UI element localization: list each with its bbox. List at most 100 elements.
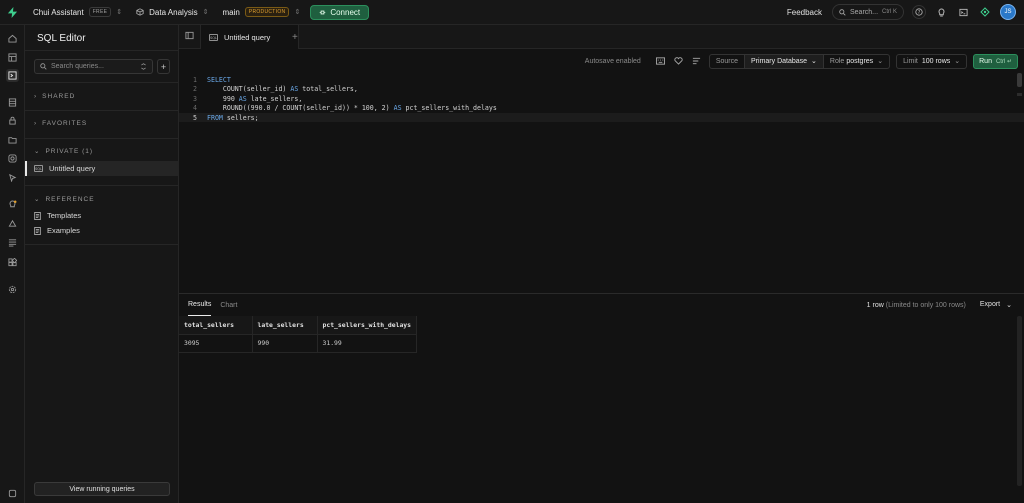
column-header[interactable]: total_sellers bbox=[179, 316, 253, 335]
tab-chart[interactable]: Chart bbox=[220, 294, 237, 316]
editor-scrollbar[interactable] bbox=[1017, 73, 1022, 87]
chevron-updown-icon: ⇕ bbox=[294, 9, 301, 16]
edge-functions-icon[interactable] bbox=[6, 152, 19, 165]
format-lines-icon[interactable] bbox=[691, 55, 703, 67]
lightbulb-icon[interactable] bbox=[934, 5, 948, 19]
sql-file-icon: SQL bbox=[34, 165, 43, 172]
divider bbox=[25, 110, 179, 111]
table-row: 3095 990 31.99 bbox=[179, 334, 417, 353]
code-editor[interactable]: 1 SELECT 2 COUNT(seller_id) AS total_sell… bbox=[179, 73, 1024, 293]
results-header: Results Chart 1 row (Limited to only 100… bbox=[179, 294, 1024, 316]
lock-icon[interactable] bbox=[6, 114, 19, 127]
storage-icon[interactable] bbox=[6, 133, 19, 146]
chevron-down-icon: ⌄ bbox=[1006, 302, 1012, 309]
sidebar-item-untitled-query[interactable]: SQL Untitled query bbox=[25, 161, 179, 176]
database-icon[interactable] bbox=[6, 96, 19, 109]
tab-untitled-query[interactable]: SQL Untitled query bbox=[200, 25, 299, 50]
reports-icon[interactable] bbox=[6, 217, 19, 230]
code-line: 1 SELECT bbox=[193, 75, 231, 84]
box-icon bbox=[136, 8, 144, 16]
limit-value: 100 rows bbox=[921, 57, 951, 65]
table-cell[interactable]: 3095 bbox=[179, 334, 253, 353]
sidebar-item-examples[interactable]: Examples bbox=[25, 223, 179, 238]
view-running-queries-button[interactable]: View running queries bbox=[34, 482, 170, 496]
limit-selector[interactable]: Limit 100 rows ⌄ bbox=[896, 53, 968, 69]
chevron-right-icon: › bbox=[34, 120, 38, 127]
logs-icon[interactable] bbox=[6, 236, 19, 249]
minimap-marker bbox=[1017, 93, 1022, 96]
project-selector[interactable]: Data Analysis ⇕ bbox=[136, 8, 208, 17]
tab-results[interactable]: Results bbox=[188, 294, 212, 316]
environment-badge: PRODUCTION bbox=[244, 7, 290, 17]
settings-gear-icon[interactable] bbox=[6, 283, 19, 296]
column-header[interactable]: pct_sellers_with_delays bbox=[317, 316, 417, 335]
toggle-sidebar-icon[interactable] bbox=[185, 31, 194, 42]
section-reference[interactable]: ⌄ REFERENCE bbox=[34, 195, 95, 204]
chevron-down-icon: ⌄ bbox=[811, 58, 817, 65]
global-search[interactable]: Search... Ctrl K bbox=[832, 4, 904, 20]
top-bar: Chui Assistant FREE ⇕ Data Analysis ⇕ ma… bbox=[0, 0, 1024, 25]
search-icon bbox=[40, 63, 47, 70]
run-shortcut: Ctrl ↵ bbox=[995, 58, 1012, 65]
help-icon[interactable]: ? bbox=[912, 5, 926, 19]
chevron-down-icon: ⌄ bbox=[34, 196, 41, 203]
chevron-updown-icon: ⇕ bbox=[116, 9, 123, 16]
role-selector[interactable]: Role postgres ⌄ bbox=[824, 55, 889, 68]
section-shared[interactable]: › SHARED bbox=[34, 93, 75, 100]
autosave-status: Autosave enabled bbox=[584, 57, 641, 65]
code-line: 5 FROM sellers; bbox=[179, 113, 1024, 123]
branch-selector[interactable]: main PRODUCTION ⇕ bbox=[222, 7, 300, 17]
divider bbox=[25, 138, 179, 139]
chevron-right-icon: › bbox=[34, 93, 38, 100]
new-tab-button[interactable]: + bbox=[292, 32, 298, 43]
svg-text:SQL: SQL bbox=[210, 35, 217, 39]
heart-icon[interactable] bbox=[673, 55, 685, 67]
sidebar-item-templates[interactable]: Templates bbox=[25, 208, 179, 223]
project-name: Data Analysis bbox=[149, 7, 198, 17]
assistant-icon[interactable] bbox=[978, 5, 992, 19]
terminal-icon[interactable] bbox=[956, 5, 970, 19]
source-value[interactable]: Primary Database ⌄ bbox=[745, 54, 824, 68]
search-shortcut: Ctrl K bbox=[882, 9, 898, 15]
query-search-input[interactable]: Search queries... bbox=[34, 59, 153, 74]
nav-rail bbox=[0, 25, 25, 503]
table-cell[interactable]: 31.99 bbox=[317, 334, 417, 353]
feedback-button[interactable]: Feedback bbox=[787, 8, 822, 17]
editor-toolbar: Autosave enabled Source Primary Database… bbox=[179, 49, 1024, 73]
results-scrollbar[interactable] bbox=[1017, 316, 1022, 486]
code-line: 3 990 AS late_sellers, bbox=[193, 94, 303, 103]
table-editor-icon[interactable] bbox=[6, 51, 19, 64]
search-icon bbox=[839, 8, 846, 16]
realtime-icon[interactable] bbox=[6, 171, 19, 184]
home-icon[interactable] bbox=[6, 32, 19, 45]
new-query-button[interactable]: + bbox=[157, 59, 170, 74]
advisors-icon[interactable] bbox=[6, 198, 19, 211]
org-selector[interactable]: Chui Assistant FREE ⇕ bbox=[33, 7, 122, 17]
chevron-down-icon: ⌄ bbox=[954, 58, 961, 65]
connect-button[interactable]: Connect bbox=[310, 4, 370, 20]
export-button[interactable]: Export ⌄ bbox=[980, 301, 1012, 309]
sql-sidebar: SQL Editor Search queries... + › SHARED … bbox=[25, 25, 179, 503]
column-header[interactable]: late_sellers bbox=[252, 316, 318, 335]
keyboard-icon[interactable] bbox=[655, 55, 667, 67]
app-logo-icon[interactable] bbox=[0, 6, 25, 18]
document-icon bbox=[34, 211, 41, 220]
table-cell[interactable]: 990 bbox=[252, 334, 318, 353]
chevron-down-icon: ⌄ bbox=[34, 148, 41, 155]
source-selector[interactable]: Source Primary Database ⌄ Role postgres ⌄ bbox=[708, 53, 891, 69]
sql-editor-icon[interactable] bbox=[6, 69, 19, 82]
sort-icon[interactable] bbox=[140, 63, 147, 70]
integrations-icon[interactable] bbox=[6, 256, 19, 269]
tab-bar: SQL Untitled query + bbox=[179, 25, 1024, 50]
role-value: postgres bbox=[846, 57, 874, 65]
section-private[interactable]: ⌄ PRIVATE (1) bbox=[34, 147, 93, 156]
chevron-down-icon: ⌄ bbox=[877, 58, 884, 65]
run-button[interactable]: Run Ctrl ↵ bbox=[973, 53, 1018, 69]
plan-badge: FREE bbox=[88, 7, 112, 17]
chevron-updown-icon: ⇕ bbox=[202, 9, 209, 16]
branch-name: main bbox=[222, 7, 240, 17]
avatar[interactable]: JS bbox=[1000, 4, 1016, 20]
section-favorites[interactable]: › FAVORITES bbox=[34, 120, 87, 127]
user-icon[interactable] bbox=[6, 487, 19, 500]
code-line: 2 COUNT(seller_id) AS total_sellers, bbox=[193, 85, 358, 94]
